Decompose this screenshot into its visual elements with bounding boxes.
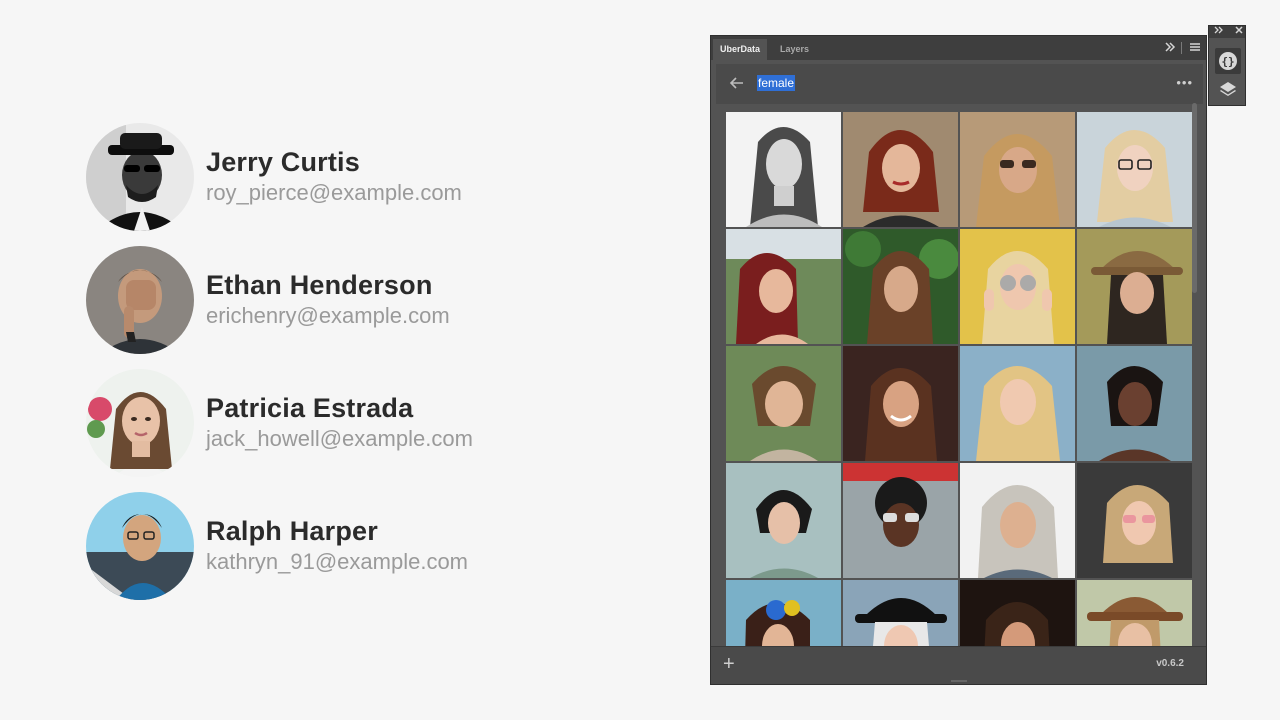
avatar [86,369,194,477]
double-chevron-right-icon[interactable] [1164,41,1176,57]
contact-name: Jerry Curtis [206,147,360,177]
resize-grip[interactable] [951,680,967,682]
contact-card: Ralph Harper kathryn_91@example.com [86,492,468,600]
add-button[interactable]: + [723,653,735,675]
contact-card: Jerry Curtis roy_pierce@example.com [86,123,462,231]
contact-email: kathryn_91@example.com [206,549,469,574]
double-chevron-right-icon[interactable] [1214,25,1224,38]
tabbar-divider [1181,42,1182,54]
avatar [86,123,194,231]
arrow-left-icon[interactable] [726,72,748,94]
contact-name: Ralph Harper [206,516,378,546]
photo-thumbnail[interactable] [843,229,958,344]
photo-thumbnail[interactable] [960,346,1075,461]
contact-email: erichenry@example.com [206,303,450,328]
contact-email: roy_pierce@example.com [206,180,462,205]
contact-name: Patricia Estrada [206,393,414,423]
photo-thumbnail[interactable] [726,463,841,578]
photo-thumbnail[interactable] [843,580,958,646]
scrollbar[interactable] [1192,103,1197,293]
avatar [86,492,194,600]
search-selected-text: female [757,75,796,91]
photo-thumbnail[interactable] [726,229,841,344]
tab-uberdata[interactable]: UberData [713,39,768,60]
contact-card: Patricia Estrada jack_howell@example.com [86,369,473,477]
braces-icon[interactable]: {} [1215,48,1241,74]
search-input[interactable] [752,74,1132,94]
more-dots-icon[interactable]: ••• [1176,74,1193,92]
contact-email: jack_howell@example.com [206,426,473,451]
photo-thumbnail[interactable] [1077,112,1192,227]
image-grid [726,112,1192,646]
close-icon[interactable] [1234,25,1244,38]
contact-card: Ethan Henderson erichenry@example.com [86,246,450,354]
photo-thumbnail[interactable] [726,580,841,646]
hamburger-menu-icon[interactable] [1189,41,1201,57]
photo-thumbnail[interactable] [1077,229,1192,344]
search-bar: female ••• [716,64,1203,104]
contact-name: Ethan Henderson [206,270,433,300]
panel-tab-bar: UberData Layers [711,36,1206,60]
panel-footer: + v0.6.2 [711,646,1206,684]
svg-text:{}: {} [1221,55,1234,68]
photo-thumbnail[interactable] [726,346,841,461]
photo-thumbnail[interactable] [1077,463,1192,578]
layers-icon[interactable] [1215,77,1241,103]
photo-thumbnail[interactable] [1077,346,1192,461]
photo-thumbnail[interactable] [960,229,1075,344]
version-label: v0.6.2 [1156,658,1184,669]
uberdata-panel: UberData Layers female ••• + v0.6.2 [710,35,1207,685]
photo-thumbnail[interactable] [843,112,958,227]
photo-thumbnail[interactable] [960,112,1075,227]
tab-layers[interactable]: Layers [773,39,816,60]
photo-thumbnail[interactable] [726,112,841,227]
photo-thumbnail[interactable] [960,580,1075,646]
mini-toolbar: {} [1208,25,1246,106]
avatar [86,246,194,354]
mini-toolbar-header [1209,26,1245,38]
photo-thumbnail[interactable] [843,346,958,461]
photo-thumbnail[interactable] [1077,580,1192,646]
photo-thumbnail[interactable] [843,463,958,578]
photo-thumbnail[interactable] [960,463,1075,578]
